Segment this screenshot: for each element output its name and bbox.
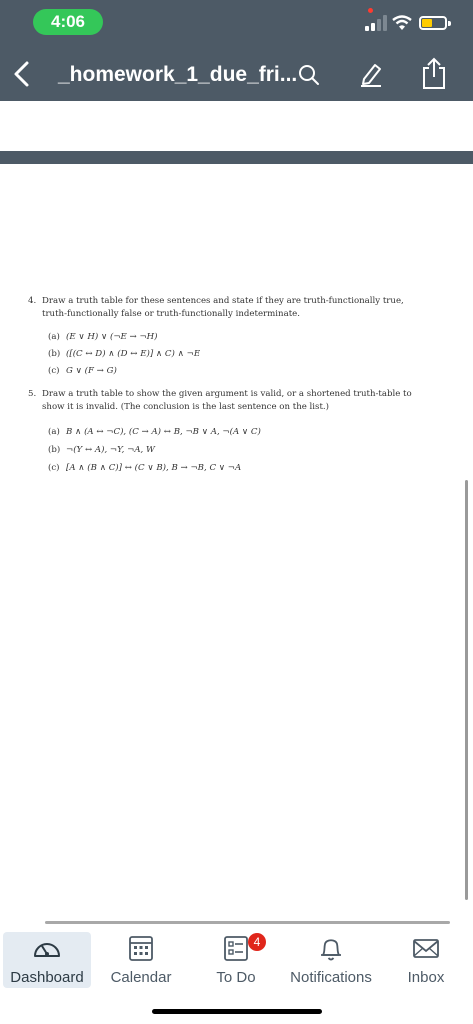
- status-time: 4:06: [33, 9, 103, 35]
- page-title: _homework_1_due_fri...: [58, 63, 298, 86]
- envelope-icon: [413, 939, 439, 958]
- tab-notifications[interactable]: Notifications: [283, 932, 379, 988]
- document-top-margin: [0, 101, 473, 151]
- tab-todo-label: To Do: [216, 969, 256, 986]
- vertical-scrollbar[interactable]: [465, 480, 468, 900]
- speedometer-icon: [34, 943, 60, 957]
- document-page[interactable]: 4. Draw a truth table for these sentences…: [0, 164, 473, 924]
- tab-calendar[interactable]: Calendar: [103, 932, 179, 988]
- question-5-item-a: (a) B ∧ (A ↔ ¬C), (C → A) ↔ B, ¬B ∨ A, ¬(…: [48, 427, 261, 437]
- back-chevron-icon[interactable]: [10, 60, 34, 88]
- tab-todo[interactable]: 4 To Do: [205, 932, 267, 988]
- page-divider: [0, 151, 473, 164]
- question-5: 5. Draw a truth table to show the given a…: [28, 389, 412, 412]
- bottom-tab-bar: Dashboard Calendar 4 To Do Notifications: [0, 928, 473, 990]
- todo-badge: 4: [248, 933, 266, 951]
- cellular-signal-icon: [365, 15, 387, 31]
- question-4-item-c: (c) G ∨ (F → G): [48, 366, 117, 376]
- question-5-item-c: (c) [A ∧ (B ∧ C)] ↔ (C ∨ B), B → ¬B, C ∨ …: [48, 463, 242, 473]
- question-4-item-a: (a) (E ∨ H) ∨ (¬E → ¬H): [48, 332, 158, 342]
- bell-icon: [321, 939, 341, 961]
- share-icon[interactable]: [420, 56, 448, 90]
- tab-dashboard-label: Dashboard: [10, 969, 84, 986]
- top-bar: 4:06 _homework_1_due_fri...: [0, 0, 473, 101]
- question-5-item-b: (b) ¬(Y ↔ A), ¬Y, ¬A, W: [48, 445, 155, 455]
- recording-indicator: [368, 8, 373, 13]
- annotate-pen-icon[interactable]: [358, 61, 384, 87]
- tab-notifications-label: Notifications: [290, 969, 372, 986]
- calendar-icon: [129, 936, 153, 961]
- tab-inbox-label: Inbox: [407, 969, 445, 986]
- question-4: 4. Draw a truth table for these sentences…: [28, 296, 404, 319]
- todo-icon: [224, 936, 248, 961]
- question-4-item-b: (b) ([(C ↔ D) ∧ (D ↔ E)] ∧ C) ∧ ¬E: [48, 349, 201, 359]
- home-indicator[interactable]: [152, 1009, 322, 1014]
- tab-inbox[interactable]: Inbox: [398, 932, 454, 988]
- battery-icon: [419, 16, 451, 30]
- tab-calendar-label: Calendar: [110, 969, 172, 986]
- search-icon[interactable]: [298, 64, 320, 86]
- horizontal-scrollbar[interactable]: [45, 921, 450, 924]
- tab-dashboard[interactable]: Dashboard: [3, 932, 91, 988]
- wifi-icon: [392, 15, 412, 30]
